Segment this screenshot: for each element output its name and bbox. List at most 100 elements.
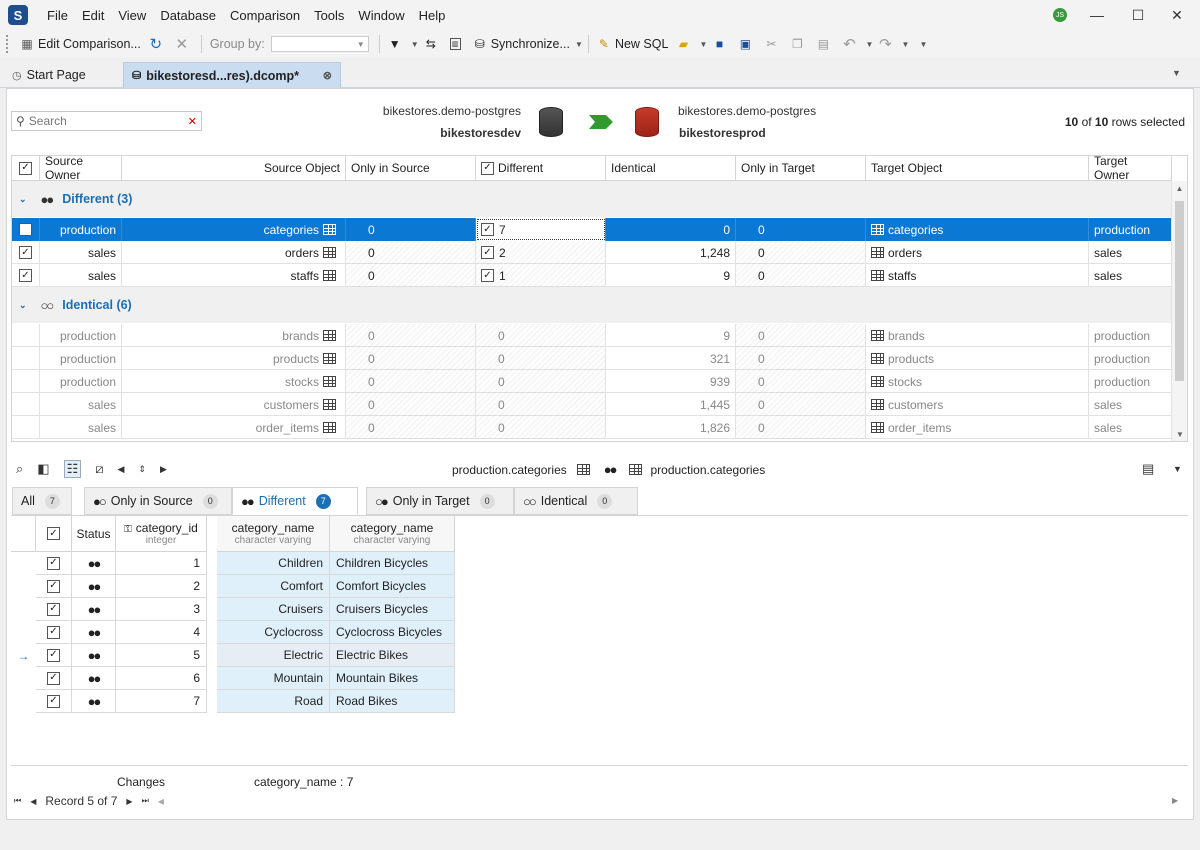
- data-row-checkbox-cell[interactable]: ✓: [36, 552, 72, 575]
- col-source-object[interactable]: Source Object: [122, 156, 346, 181]
- row-checkbox[interactable]: ✓: [19, 269, 32, 282]
- copy-button[interactable]: ❐: [786, 33, 812, 55]
- group-different-header[interactable]: ⌄ ●● Different (3): [12, 181, 1172, 217]
- table-row[interactable]: production stocks 0 0 939 0 stocks production: [12, 370, 1172, 393]
- tab-only-in-source[interactable]: ●○ Only in Source 0: [84, 487, 232, 515]
- col-status[interactable]: Status: [72, 516, 116, 552]
- synchronize-dropdown-icon[interactable]: ▼: [574, 40, 584, 49]
- row-select-cell[interactable]: ✓: [12, 264, 40, 287]
- synchronize-button[interactable]: ⛁ Synchronize...: [469, 33, 574, 55]
- filter-dropdown-icon[interactable]: ▼: [410, 40, 420, 49]
- swap-button[interactable]: ⇆: [420, 33, 446, 55]
- data-row-checkbox-cell[interactable]: ✓: [36, 621, 72, 644]
- different-checkbox[interactable]: ✓: [481, 269, 494, 282]
- data-row-checkbox-cell[interactable]: ✓: [36, 690, 72, 713]
- scroll-right-icon[interactable]: ▶: [1172, 796, 1178, 805]
- minimize-button[interactable]: —: [1074, 0, 1120, 30]
- tab-start-page[interactable]: ◷ Start Page: [4, 62, 94, 88]
- close-button[interactable]: ✕: [1154, 0, 1200, 30]
- col-source-owner[interactable]: Source Owner: [40, 156, 122, 182]
- scroll-up-icon[interactable]: ▲: [1172, 184, 1187, 193]
- row-select-cell[interactable]: ✓: [12, 241, 40, 264]
- find-icon[interactable]: ⌕: [16, 461, 23, 477]
- scroll-left-icon[interactable]: ◀: [158, 797, 164, 806]
- tab-comparison[interactable]: ⛁ bikestoresd...res).dcomp* ⊗: [123, 62, 341, 88]
- open-dropdown-icon[interactable]: ▼: [698, 40, 708, 49]
- data-row-checkbox[interactable]: ✓: [47, 602, 60, 616]
- next-diff-icon[interactable]: ▶: [160, 464, 167, 475]
- data-row-checkbox[interactable]: ✓: [47, 694, 60, 708]
- undo-dropdown-icon[interactable]: ▼: [864, 40, 874, 49]
- redo-dropdown-icon[interactable]: ▼: [900, 40, 910, 49]
- col-source-category-name[interactable]: category_name character varying: [217, 516, 330, 552]
- select-all-header[interactable]: ✓: [12, 156, 40, 181]
- col-category-id[interactable]: ⚿ category_id integer: [116, 516, 207, 552]
- row-select-cell[interactable]: [12, 416, 40, 439]
- group-by-select[interactable]: ▼: [270, 36, 369, 52]
- col-different[interactable]: ✓ Different: [476, 156, 606, 181]
- col-target-owner[interactable]: Target Owner: [1089, 156, 1172, 182]
- up-down-icon[interactable]: ⇕: [138, 464, 146, 475]
- search-box[interactable]: ⚲ ✕: [11, 111, 202, 131]
- tab-only-in-target[interactable]: ○● Only in Target 0: [366, 487, 514, 515]
- row-select-cell[interactable]: [12, 370, 40, 393]
- table-row[interactable]: sales order_items 0 0 1,826 0 order_items sales: [12, 416, 1172, 439]
- data-row-checkbox-cell[interactable]: ✓: [36, 667, 72, 690]
- data-row-checkbox[interactable]: ✓: [47, 579, 60, 593]
- menu-view[interactable]: View: [111, 8, 153, 23]
- row-select-cell[interactable]: [12, 393, 40, 416]
- prev-record-icon[interactable]: ◀: [30, 797, 36, 806]
- filter-button[interactable]: ▼: [384, 33, 410, 55]
- table-row[interactable]: ✓ sales orders 0 ✓ 2 1,248 0 orders sales: [12, 241, 1172, 264]
- different-checkbox[interactable]: ✓: [481, 246, 494, 259]
- row-checkbox[interactable]: ✓: [19, 223, 32, 236]
- edit-comparison-button[interactable]: ▦ Edit Comparison...: [16, 33, 145, 55]
- tab-close-icon[interactable]: ⊗: [323, 69, 332, 82]
- menu-comparison[interactable]: Comparison: [223, 8, 307, 23]
- last-record-icon[interactable]: ⏭: [142, 796, 149, 806]
- table-row[interactable]: ✓ production categories 0 ✓ 7 0 0 categories prod…: [12, 218, 1172, 241]
- col-only-in-target[interactable]: Only in Target: [736, 156, 866, 181]
- col-only-in-source[interactable]: Only in Source: [346, 156, 476, 181]
- edit-off-icon[interactable]: ⧄: [95, 461, 103, 477]
- first-record-icon[interactable]: ⏮: [14, 796, 21, 806]
- col-target-object[interactable]: Target Object: [866, 156, 1089, 181]
- data-row-checkbox[interactable]: ✓: [47, 671, 60, 685]
- paste-button[interactable]: ▤: [812, 33, 838, 55]
- collapse-icon[interactable]: ⌄: [19, 300, 27, 311]
- row-select-cell[interactable]: [12, 347, 40, 370]
- tab-all[interactable]: All 7: [12, 487, 72, 515]
- open-button[interactable]: ▰: [672, 33, 698, 55]
- data-select-all-checkbox[interactable]: ✓: [47, 527, 60, 540]
- col-identical[interactable]: Identical: [606, 156, 736, 181]
- tab-different[interactable]: ●● Different 7: [232, 487, 358, 515]
- data-row-checkbox[interactable]: ✓: [47, 648, 60, 662]
- tree-view-icon[interactable]: ☷: [63, 460, 82, 478]
- menu-help[interactable]: Help: [412, 8, 453, 23]
- table-row[interactable]: ✓ sales staffs 0 ✓ 1 9 0 staffs sales: [12, 264, 1172, 287]
- next-record-icon[interactable]: ▶: [126, 797, 132, 806]
- data-row-checkbox-cell[interactable]: ✓: [36, 575, 72, 598]
- stop-button[interactable]: ✕: [171, 33, 197, 55]
- menu-window[interactable]: Window: [351, 8, 411, 23]
- toolbar-overflow-icon[interactable]: ▼: [918, 40, 928, 49]
- row-select-cell[interactable]: ✓: [12, 218, 40, 241]
- menu-file[interactable]: File: [40, 8, 75, 23]
- refresh-button[interactable]: ↻: [145, 33, 171, 55]
- layout-dropdown-icon[interactable]: ▼: [1173, 464, 1182, 474]
- redo-button[interactable]: ↷: [874, 33, 900, 55]
- cut-button[interactable]: ✂: [760, 33, 786, 55]
- row-checkbox[interactable]: ✓: [19, 246, 32, 259]
- undo-button[interactable]: ↶: [838, 33, 864, 55]
- col-target-category-name[interactable]: category_name character varying: [330, 516, 455, 552]
- layout-icon[interactable]: ▤: [1142, 461, 1154, 477]
- save-button[interactable]: ■: [708, 33, 734, 55]
- collapse-icon[interactable]: ⌄: [19, 194, 27, 205]
- group-identical-header[interactable]: ⌄ ○○ Identical (6): [12, 287, 1172, 323]
- report-button[interactable]: ▥: [446, 33, 469, 55]
- user-avatar[interactable]: JS: [1053, 8, 1067, 22]
- grid-vertical-scrollbar[interactable]: ▲ ▼: [1171, 181, 1187, 441]
- menu-database[interactable]: Database: [153, 8, 223, 23]
- menu-edit[interactable]: Edit: [75, 8, 111, 23]
- tabs-dropdown-icon[interactable]: ▼: [1172, 68, 1181, 78]
